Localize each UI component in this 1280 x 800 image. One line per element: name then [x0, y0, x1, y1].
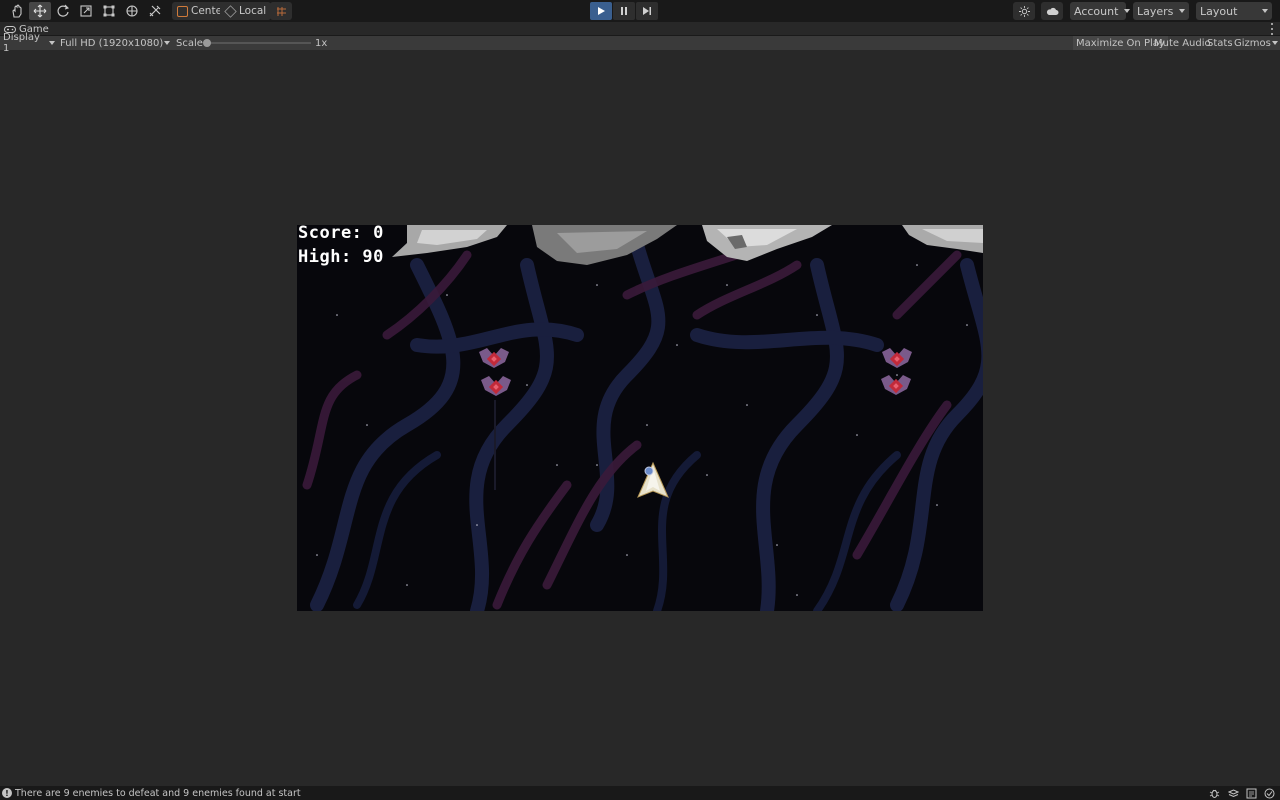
game-view-toolbar: Display 1 Full HD (1920x1080) Scale 1x M… [0, 32, 1280, 54]
chevron-down-icon [1179, 9, 1186, 13]
pause-button[interactable] [613, 2, 635, 20]
space-label: Local [239, 5, 267, 17]
chevron-down-icon [164, 41, 170, 45]
display-label: Display 1 [3, 32, 40, 54]
kebab-dot [1271, 23, 1273, 25]
score-text: Score: 0 [298, 225, 384, 243]
transform-icon [126, 5, 138, 17]
resolution-label: Full HD (1920x1080) [60, 37, 164, 49]
play-icon [598, 7, 605, 15]
layers-stack-icon[interactable] [1228, 788, 1239, 799]
gizmos-label: Gizmos [1234, 37, 1271, 49]
cloud-button[interactable] [1041, 2, 1063, 20]
enemy-ship [479, 348, 511, 396]
layout-dropdown[interactable]: Layout [1196, 2, 1272, 20]
pivot-icon [177, 5, 188, 17]
move-icon [33, 4, 47, 18]
step-icon [643, 7, 651, 15]
kebab-dot [1271, 28, 1273, 30]
chevron-down-icon [1262, 9, 1268, 13]
account-label: Account [1074, 4, 1119, 18]
enemy-ship [881, 348, 912, 395]
resolution-dropdown[interactable]: Full HD (1920x1080) [60, 36, 170, 50]
scale-tool-button[interactable] [75, 2, 97, 20]
cube-icon [224, 4, 237, 18]
status-message[interactable]: There are 9 enemies to defeat and 9 enem… [15, 788, 301, 799]
kebab-dot [1271, 33, 1273, 35]
hand-icon [12, 4, 22, 18]
move-tool-button[interactable] [29, 2, 51, 20]
space-background [302, 225, 983, 611]
rect-transform-icon [103, 5, 115, 17]
chevron-down-icon [1272, 41, 1278, 45]
grid-snap-button[interactable] [270, 2, 292, 20]
custom-tool-button[interactable] [144, 2, 166, 20]
sun-icon [1018, 5, 1030, 17]
bug-icon[interactable] [1209, 788, 1220, 799]
cloud-icon [1046, 7, 1058, 15]
tab-menu-button[interactable] [1270, 23, 1274, 35]
scale-label: Scale [176, 37, 203, 49]
rotate-icon [57, 4, 70, 17]
layout-label: Layout [1200, 4, 1238, 18]
layers-label: Layers [1137, 4, 1174, 18]
account-dropdown[interactable]: Account [1070, 2, 1131, 20]
mute-audio-toggle[interactable]: Mute Audio [1154, 36, 1211, 50]
player-ship [637, 461, 669, 498]
inspector-icon[interactable] [1246, 788, 1257, 799]
display-dropdown[interactable]: Display 1 [3, 32, 55, 54]
rotate-tool-button[interactable] [52, 2, 74, 20]
status-bar: ! There are 9 enemies to defeat and 9 en… [0, 786, 1280, 800]
layers-dropdown[interactable]: Layers [1133, 2, 1189, 20]
play-button[interactable] [590, 2, 612, 20]
tools-icon [149, 5, 161, 17]
scale-slider-handle[interactable] [203, 39, 211, 47]
step-button[interactable] [636, 2, 658, 20]
hand-tool-button[interactable] [6, 2, 28, 20]
chevron-down-icon [49, 41, 55, 45]
space-local-toggle[interactable]: Local [220, 2, 272, 20]
scale-icon [80, 5, 92, 17]
stats-toggle[interactable]: Stats [1207, 36, 1233, 50]
info-icon: ! [2, 788, 12, 798]
main-toolbar: Center Local Account Layers Layout [0, 0, 1280, 22]
grid-snap-icon [276, 6, 286, 16]
transform-tool-button[interactable] [121, 2, 143, 20]
high-score-text: High: 90 [298, 247, 384, 267]
rect-tool-button[interactable] [98, 2, 120, 20]
game-viewport[interactable]: Score: 0 High: 90 [297, 225, 983, 611]
gizmos-dropdown[interactable]: Gizmos [1234, 36, 1278, 50]
scale-value: 1x [315, 37, 328, 49]
lighting-button[interactable] [1013, 2, 1035, 20]
scale-slider-track[interactable] [205, 42, 311, 44]
pause-icon [621, 7, 627, 15]
chevron-down-icon [1124, 9, 1131, 13]
tab-row: Game [0, 22, 1280, 36]
check-circle-icon[interactable] [1264, 788, 1275, 799]
